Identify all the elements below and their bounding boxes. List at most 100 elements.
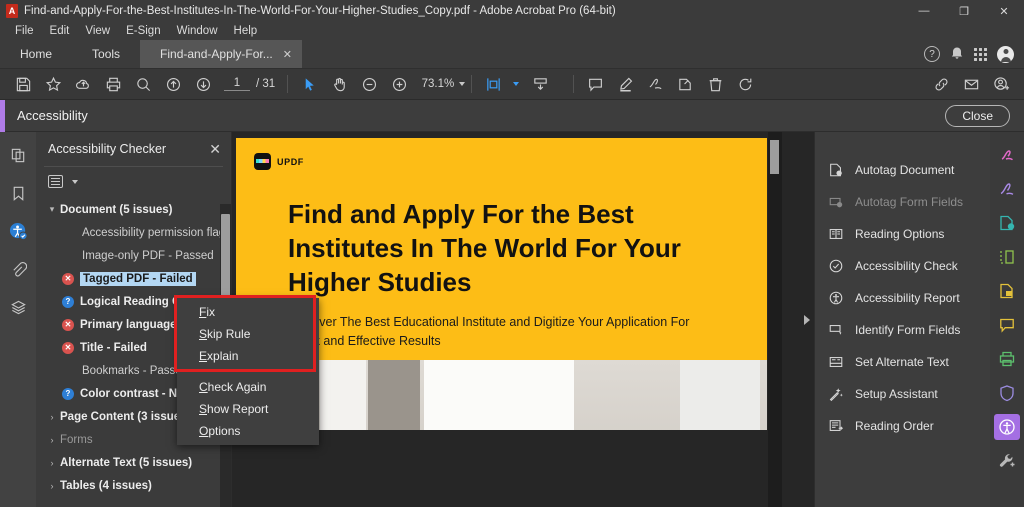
fit-page-icon[interactable] — [478, 71, 508, 97]
panel-expand-handle-icon[interactable] — [804, 314, 810, 325]
context-menu-item-fix[interactable]: Fix — [177, 301, 319, 323]
layers-icon[interactable] — [7, 296, 29, 318]
context-menu[interactable]: Fix Skip Rule Explain Check Again Show Repor… — [177, 298, 319, 445]
delete-icon[interactable] — [700, 71, 730, 97]
menu-window[interactable]: Window — [170, 24, 225, 38]
document-scrollbar-thumb[interactable] — [770, 140, 779, 174]
menu-edit[interactable]: Edit — [43, 24, 77, 38]
protect-icon[interactable] — [994, 380, 1020, 406]
context-menu-item-check-again[interactable]: Check Again — [177, 376, 319, 398]
apps-grid-icon[interactable] — [974, 47, 987, 61]
zoom-dropdown-caret-icon[interactable] — [459, 82, 466, 86]
tab-close-icon[interactable]: ✕ — [283, 48, 292, 61]
help-icon[interactable]: ? — [924, 46, 940, 62]
chevron-right-icon[interactable]: › — [44, 435, 60, 445]
page-number-input[interactable]: 1 — [224, 77, 250, 91]
edit-pdf-icon[interactable] — [994, 142, 1020, 168]
chevron-down-icon[interactable] — [72, 179, 78, 184]
tool-item-accessibility-check[interactable]: Accessibility Check — [815, 250, 990, 282]
document-scrollbar[interactable] — [768, 132, 782, 507]
context-menu-item-show-report[interactable]: Show Report — [177, 398, 319, 420]
tree-item-label: Tagged PDF - Failed — [80, 271, 196, 286]
zoom-in-icon[interactable] — [384, 71, 414, 97]
close-window-button[interactable]: ✕ — [984, 0, 1024, 22]
accessibility-icon[interactable] — [994, 414, 1020, 440]
menu-view[interactable]: View — [78, 24, 117, 38]
highlight-icon[interactable] — [610, 71, 640, 97]
email-icon[interactable] — [956, 71, 986, 97]
context-menu-item-options[interactable]: Options — [177, 420, 319, 442]
tree-item[interactable]: ▾ Document (5 issues) — [36, 198, 231, 221]
share-link-icon[interactable] — [926, 71, 956, 97]
updf-brand-label: UPDF — [277, 156, 304, 167]
hand-tool-icon[interactable] — [324, 71, 354, 97]
tool-item-reading-order[interactable]: Reading Order — [815, 410, 990, 442]
accessibility-banner: Accessibility Close — [0, 99, 1024, 132]
status-failed-icon: ✕ — [62, 341, 74, 354]
scroll-mode-icon[interactable] — [525, 71, 555, 97]
tool-item-setup-assistant[interactable]: Setup Assistant — [815, 378, 990, 410]
comment-icon[interactable] — [994, 312, 1020, 338]
search-icon[interactable] — [128, 71, 158, 97]
tools-wrench-icon[interactable] — [994, 448, 1020, 474]
export-pdf-icon[interactable] — [994, 278, 1020, 304]
tool-item-autotag-document[interactable]: Autotag Document — [815, 154, 990, 186]
tool-item-accessibility-report[interactable]: Accessibility Report — [815, 282, 990, 314]
crop-pages-icon[interactable] — [994, 244, 1020, 270]
context-menu-item-skip-rule[interactable]: Skip Rule — [177, 323, 319, 345]
tree-item[interactable]: Image-only PDF - Passed — [36, 244, 231, 267]
document-viewer[interactable]: UPDF Find and Apply For the Best Institu… — [232, 132, 814, 507]
avatar[interactable] — [997, 45, 1014, 63]
attachments-icon[interactable] — [7, 258, 29, 280]
fit-page-caret-icon[interactable] — [513, 82, 520, 86]
rotate-icon[interactable] — [730, 71, 760, 97]
menu-file[interactable]: File — [8, 24, 41, 38]
tool-item-reading-options[interactable]: Reading Options — [815, 218, 990, 250]
tree-item[interactable]: ✕ Tagged PDF - Failed — [36, 267, 231, 290]
fill-and-sign-icon[interactable] — [994, 176, 1020, 202]
restore-button[interactable]: ❐ — [944, 0, 984, 22]
comment-icon[interactable] — [580, 71, 610, 97]
tab-home[interactable]: Home — [0, 40, 72, 68]
print-production-icon[interactable] — [994, 346, 1020, 372]
tab-tools[interactable]: Tools — [72, 40, 140, 68]
add-person-icon[interactable] — [986, 71, 1016, 97]
tree-item[interactable]: › Alternate Text (5 issues) — [36, 451, 231, 474]
print-icon[interactable] — [98, 71, 128, 97]
tree-item[interactable]: › Tables (4 issues) — [36, 474, 231, 497]
tab-document[interactable]: Find-and-Apply-For... ✕ — [140, 40, 302, 68]
tool-item-identify-form-fields[interactable]: Identify Form Fields — [815, 314, 990, 346]
bookmarks-icon[interactable] — [7, 182, 29, 204]
chevron-right-icon[interactable]: › — [44, 458, 60, 468]
save-icon[interactable] — [8, 71, 38, 97]
context-menu-item-label: Check Again — [199, 380, 267, 394]
page-thumbnails-icon[interactable] — [7, 144, 29, 166]
create-pdf-icon[interactable] — [994, 210, 1020, 236]
accessibility-icon[interactable] — [7, 220, 29, 242]
star-icon[interactable] — [38, 71, 68, 97]
bell-icon[interactable] — [950, 45, 964, 63]
context-menu-item-explain[interactable]: Explain — [177, 345, 319, 367]
toolbar-divider-2 — [471, 75, 473, 93]
tree-item-label: Tables (4 issues) — [60, 479, 152, 492]
stamp-icon[interactable] — [670, 71, 700, 97]
zoom-level-label[interactable]: 73.1% — [414, 78, 455, 90]
page-navigation[interactable]: 1 / 31 — [224, 77, 275, 91]
zoom-out-icon[interactable] — [354, 71, 384, 97]
tree-item[interactable]: Accessibility permission flag — [36, 221, 231, 244]
minimize-button[interactable]: — — [904, 0, 944, 22]
next-page-icon[interactable] — [188, 71, 218, 97]
menu-help[interactable]: Help — [227, 24, 265, 38]
chevron-right-icon[interactable]: › — [44, 412, 60, 422]
select-tool-icon[interactable] — [294, 71, 324, 97]
close-icon[interactable]: ✕ — [209, 142, 221, 156]
previous-page-icon[interactable] — [158, 71, 188, 97]
close-button[interactable]: Close — [945, 105, 1010, 127]
chevron-down-icon[interactable]: ▾ — [44, 204, 60, 215]
sign-icon[interactable] — [640, 71, 670, 97]
chevron-right-icon[interactable]: › — [44, 481, 60, 491]
upload-cloud-icon[interactable] — [68, 71, 98, 97]
menu-esign[interactable]: E-Sign — [119, 24, 168, 38]
list-options-icon[interactable] — [48, 175, 63, 188]
tool-item-set-alternate-text[interactable]: Set Alternate Text — [815, 346, 990, 378]
